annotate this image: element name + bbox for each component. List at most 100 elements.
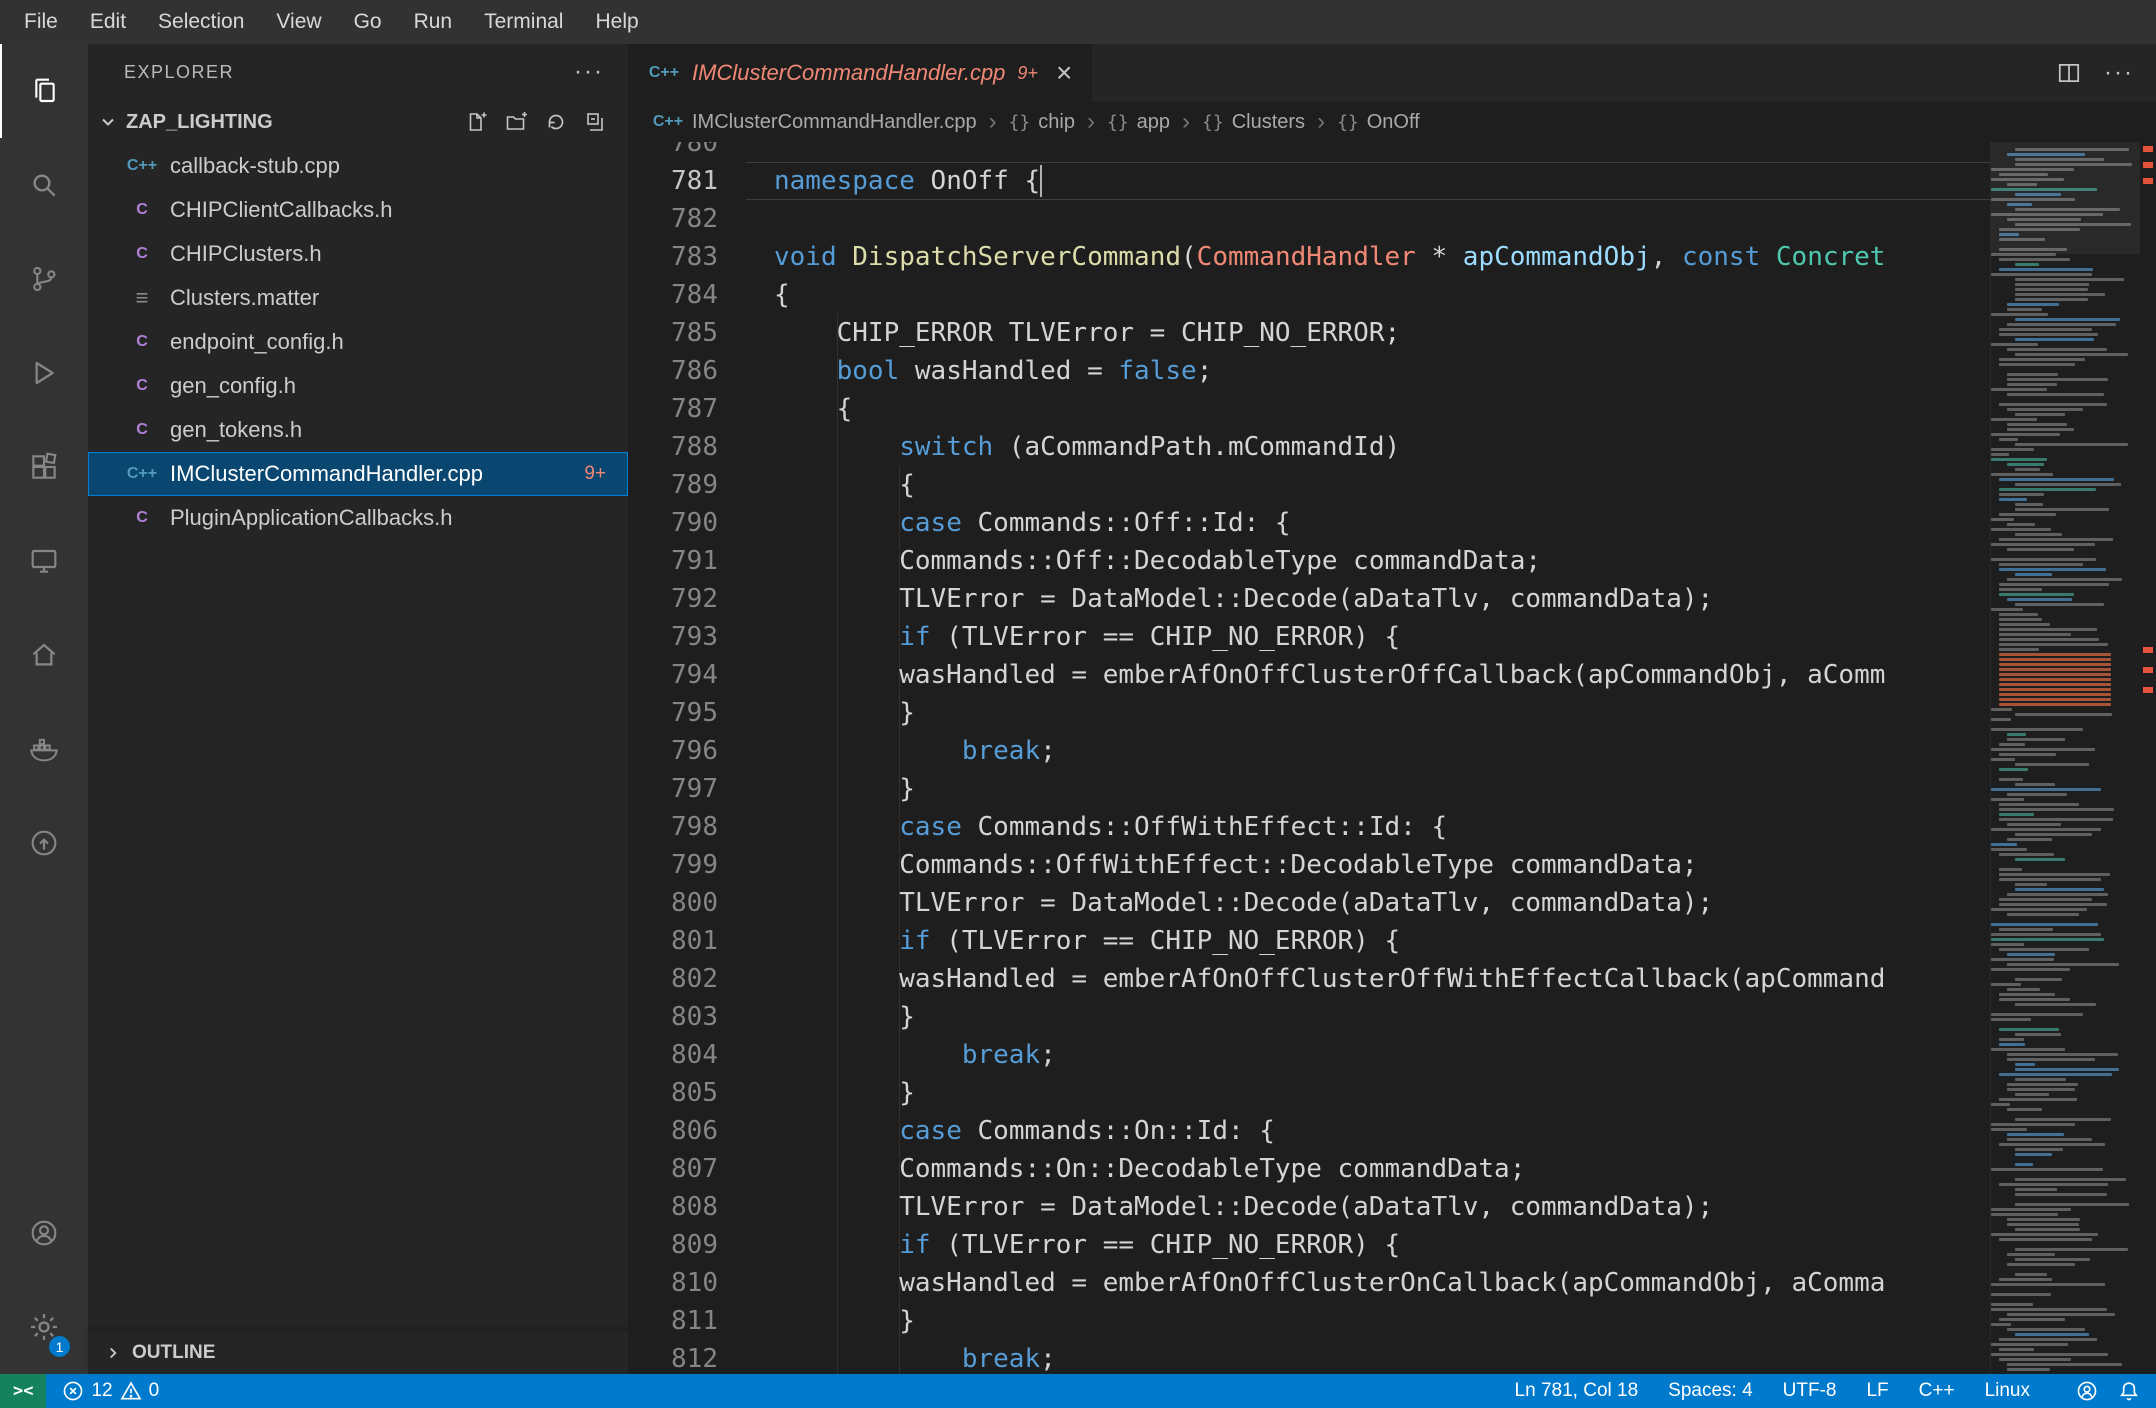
line-number[interactable]: 811 [628, 1302, 746, 1340]
code-line[interactable]: Commands::Off::DecodableType commandData… [774, 542, 1990, 580]
line-number[interactable]: 787 [628, 390, 746, 428]
run-debug-icon[interactable] [0, 326, 88, 420]
settings-icon[interactable]: 1 [0, 1280, 88, 1374]
line-number[interactable]: 793 [628, 618, 746, 656]
breadcrumb-item[interactable]: {} OnOff [1337, 111, 1420, 134]
line-number[interactable]: 782 [628, 200, 746, 238]
file-item[interactable]: C++ callback-stub.cpp [88, 144, 628, 188]
problems-status[interactable]: 12 0 [46, 1380, 175, 1402]
code-line[interactable]: } [774, 1074, 1990, 1112]
line-number[interactable]: 810 [628, 1264, 746, 1302]
breadcrumb-item[interactable]: {} app [1107, 111, 1170, 134]
overview-ruler[interactable] [2140, 142, 2156, 1374]
breadcrumb-item[interactable]: {} chip [1009, 111, 1075, 134]
line-number[interactable]: 809 [628, 1226, 746, 1264]
new-file-icon[interactable] [464, 110, 488, 134]
code-line[interactable]: wasHandled = emberAfOnOffClusterOffCallb… [774, 656, 1990, 694]
file-item[interactable]: C CHIPClusters.h [88, 232, 628, 276]
status-utf-8[interactable]: UTF-8 [1783, 1380, 1837, 1402]
line-number[interactable]: 801 [628, 922, 746, 960]
line-number[interactable]: 783 [628, 238, 746, 276]
more-actions-icon[interactable]: ··· [2104, 59, 2134, 87]
split-editor-icon[interactable] [2056, 60, 2082, 86]
live-share-icon[interactable] [0, 796, 88, 890]
line-number[interactable]: 784 [628, 276, 746, 314]
line-number[interactable]: 792 [628, 580, 746, 618]
accounts-icon[interactable] [0, 1186, 88, 1280]
code-line[interactable]: break; [774, 1036, 1990, 1074]
line-number[interactable]: 806 [628, 1112, 746, 1150]
code-line[interactable]: if (TLVError == CHIP_NO_ERROR) { [774, 1226, 1990, 1264]
code-line[interactable]: { [774, 390, 1990, 428]
code-line[interactable]: Commands::On::DecodableType commandData; [774, 1150, 1990, 1188]
code-pane[interactable]: namespace OnOff { void DispatchServerComm… [746, 142, 1990, 1374]
code-line[interactable]: break; [774, 732, 1990, 770]
code-line[interactable]: TLVError = DataModel::Decode(aDataTlv, c… [774, 884, 1990, 922]
code-line[interactable]: break; [774, 1340, 1990, 1374]
line-number[interactable]: 812 [628, 1340, 746, 1374]
remote-indicator[interactable]: >< [0, 1374, 47, 1408]
line-number[interactable]: 802 [628, 960, 746, 998]
code-line[interactable]: Commands::OffWithEffect::DecodableType c… [774, 846, 1990, 884]
tab-active[interactable]: C++ IMClusterCommandHandler.cpp 9+ × [628, 44, 1093, 102]
minimap[interactable] [1990, 142, 2140, 1374]
file-item[interactable]: Cgen_tokens.h [88, 408, 628, 452]
code-line[interactable] [774, 142, 1990, 162]
line-number[interactable]: 804 [628, 1036, 746, 1074]
code-line[interactable]: wasHandled = emberAfOnOffClusterOffWithE… [774, 960, 1990, 998]
menu-view[interactable]: View [260, 0, 337, 44]
line-number[interactable]: 781 [628, 162, 746, 200]
file-item[interactable]: C++ IMClusterCommandHandler.cpp 9+ [88, 452, 628, 496]
line-number[interactable]: 796 [628, 732, 746, 770]
status-linux[interactable]: Linux [1985, 1380, 2030, 1402]
line-number[interactable]: 791 [628, 542, 746, 580]
feedback-icon[interactable] [2076, 1380, 2098, 1402]
line-number[interactable]: 807 [628, 1150, 746, 1188]
menu-run[interactable]: Run [398, 0, 469, 44]
code-line[interactable]: case Commands::Off::Id: { [774, 504, 1990, 542]
new-folder-icon[interactable] [504, 110, 528, 134]
remote-explorer-icon[interactable] [0, 514, 88, 608]
folder-section-header[interactable]: ZAP_LIGHTING [88, 100, 628, 144]
file-item[interactable]: Cgen_config.h [88, 364, 628, 408]
line-number[interactable]: 789 [628, 466, 746, 504]
line-number[interactable]: 805 [628, 1074, 746, 1112]
code-line[interactable]: { [774, 276, 1990, 314]
code-line[interactable]: void DispatchServerCommand(CommandHandle… [774, 238, 1990, 276]
status-ln-781-col-18[interactable]: Ln 781, Col 18 [1515, 1380, 1639, 1402]
source-control-icon[interactable] [0, 232, 88, 326]
code-line[interactable]: } [774, 1302, 1990, 1340]
line-number[interactable]: 790 [628, 504, 746, 542]
code-line[interactable]: CHIP_ERROR TLVError = CHIP_NO_ERROR; [774, 314, 1990, 352]
line-number[interactable]: 780 [628, 142, 746, 162]
close-icon[interactable]: × [1056, 59, 1072, 87]
code-line[interactable]: } [774, 998, 1990, 1036]
code-line[interactable]: if (TLVError == CHIP_NO_ERROR) { [774, 618, 1990, 656]
line-number[interactable]: 799 [628, 846, 746, 884]
status-c++[interactable]: C++ [1919, 1380, 1955, 1402]
line-number[interactable]: 803 [628, 998, 746, 1036]
menu-selection[interactable]: Selection [142, 0, 260, 44]
status-spaces-4[interactable]: Spaces: 4 [1668, 1380, 1753, 1402]
line-number[interactable]: 788 [628, 428, 746, 466]
line-number[interactable]: 795 [628, 694, 746, 732]
home-icon[interactable] [0, 608, 88, 702]
collapse-all-icon[interactable] [584, 110, 608, 134]
file-item[interactable]: C PluginApplicationCallbacks.h [88, 496, 628, 540]
code-editor[interactable]: 780 781 782 783 784 785 786 787 788 789 790 791 792 7… [628, 142, 2156, 1374]
code-line[interactable]: namespace OnOff { [774, 162, 1990, 200]
code-line[interactable]: bool wasHandled = false; [774, 352, 1990, 390]
file-item[interactable]: Cendpoint_config.h [88, 320, 628, 364]
menu-terminal[interactable]: Terminal [468, 0, 579, 44]
more-actions-icon[interactable]: ··· [574, 58, 604, 86]
outline-section-header[interactable]: OUTLINE [88, 1330, 628, 1374]
search-icon[interactable] [0, 138, 88, 232]
minimap-slider[interactable] [1991, 142, 2140, 254]
code-line[interactable]: case Commands::On::Id: { [774, 1112, 1990, 1150]
code-line[interactable] [774, 200, 1990, 238]
line-number[interactable]: 800 [628, 884, 746, 922]
menu-file[interactable]: File [8, 0, 74, 44]
code-line[interactable]: wasHandled = emberAfOnOffClusterOnCallba… [774, 1264, 1990, 1302]
code-line[interactable]: } [774, 770, 1990, 808]
code-line[interactable]: if (TLVError == CHIP_NO_ERROR) { [774, 922, 1990, 960]
